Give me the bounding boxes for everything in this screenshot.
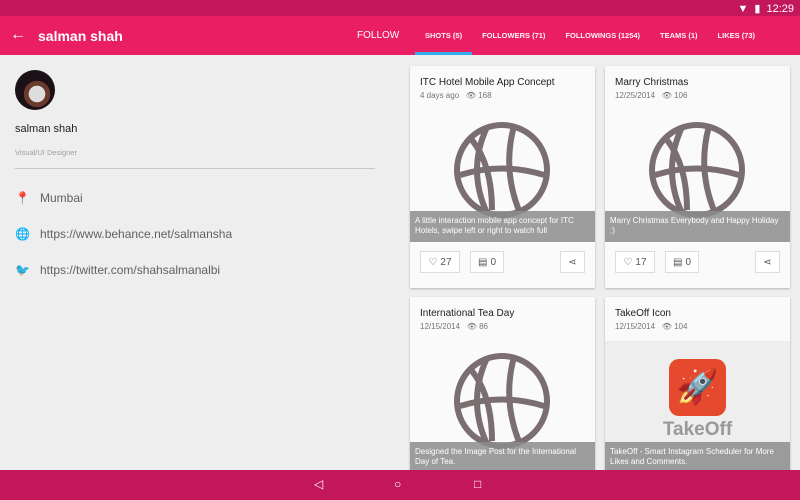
share-icon: ⋖ (763, 256, 772, 268)
heart-icon: ♡ (623, 256, 633, 268)
shot-meta: 12/25/2014 👁 106 (615, 91, 687, 100)
eye-icon: 👁 (466, 322, 477, 331)
tab-followers[interactable]: FOLLOWERS (71) (472, 16, 555, 55)
shot-meta: 4 days ago 👁 168 (420, 91, 492, 100)
heart-icon: ♡ (428, 256, 438, 268)
tab-bar: SHOTS (5) FOLLOWERS (71) FOLLOWINGS (125… (415, 16, 765, 55)
shot-title: Marry Christmas (615, 77, 689, 88)
shot-image[interactable]: Designed the Image Post for the Internat… (410, 341, 595, 473)
location-pin-icon: 📍 (15, 191, 30, 205)
comment-icon: ▤ (477, 256, 488, 268)
toolbar: ← salman shah FOLLOW SHOTS (5) FOLLOWERS… (0, 16, 800, 55)
shot-title: ITC Hotel Mobile App Concept (420, 77, 555, 88)
comment-icon: ▤ (672, 256, 683, 268)
shot-meta: 12/15/2014 👁 104 (615, 322, 687, 331)
back-arrow-icon[interactable]: ← (10, 26, 26, 44)
tab-likes[interactable]: LIKES (73) (708, 16, 766, 55)
location-text: Mumbai (40, 191, 83, 205)
eye-icon: 👁 (661, 322, 672, 331)
shot-date: 4 days ago (420, 91, 460, 100)
divider (15, 168, 375, 169)
view-count: 104 (674, 322, 688, 331)
navigation-bar: ◁ ○ □ (0, 470, 800, 500)
like-button[interactable]: ♡ 17 (615, 251, 655, 273)
tab-shots[interactable]: SHOTS (5) (415, 16, 473, 55)
shot-caption: TakeOff - Smart Instagram Scheduler for … (605, 442, 790, 473)
eye-icon: 👁 (465, 91, 476, 100)
tab-teams[interactable]: TEAMS (1) (650, 16, 708, 55)
eye-icon: 👁 (661, 91, 672, 100)
comment-count: 0 (490, 256, 496, 268)
shot-title: TakeOff Icon (615, 308, 671, 319)
comment-button[interactable]: ▤ 0 (470, 251, 504, 273)
shot-caption: Designed the Image Post for the Internat… (410, 442, 595, 473)
like-count: 17 (635, 256, 647, 268)
image-logo-text: TakeOff (662, 419, 733, 440)
shot-title: International Tea Day (420, 308, 515, 319)
clock: 12:29 (766, 2, 794, 15)
twitter-row[interactable]: 🐦 https://twitter.com/shahsalmanalbi (15, 263, 220, 277)
profile-role: Visual/UI Designer (15, 148, 77, 157)
like-count: 27 (440, 256, 452, 268)
twitter-icon: 🐦 (15, 263, 30, 277)
shot-image[interactable]: Marry Christmas Everybody and Happy Holi… (605, 110, 790, 242)
shot-caption: A little interaction mobile app concept … (410, 211, 595, 242)
wifi-icon: ▼ (737, 2, 749, 15)
shot-meta: 12/15/2014 👁 86 (420, 322, 488, 331)
follow-button[interactable]: FOLLOW (357, 30, 399, 41)
basketball-placeholder-icon (649, 122, 745, 218)
like-button[interactable]: ♡ 27 (420, 251, 460, 273)
avatar (15, 70, 55, 110)
website-link[interactable]: https://www.behance.net/salmansha (40, 227, 232, 241)
comment-button[interactable]: ▤ 0 (665, 251, 699, 273)
page-title: salman shah (38, 28, 123, 44)
home-nav-icon[interactable]: ○ (394, 477, 401, 491)
shot-date: 12/15/2014 (420, 322, 461, 331)
comment-count: 0 (685, 256, 691, 268)
website-row[interactable]: 🌐 https://www.behance.net/salmansha (15, 227, 232, 241)
status-bar: ▼ ▮ 12:29 (0, 0, 800, 16)
shot-caption: Marry Christmas Everybody and Happy Holi… (605, 211, 790, 242)
share-button[interactable]: ⋖ (755, 251, 780, 273)
share-icon: ⋖ (568, 256, 577, 268)
location-row: 📍 Mumbai (15, 191, 83, 205)
basketball-placeholder-icon (454, 353, 550, 449)
tab-followings[interactable]: FOLLOWINGS (1254) (555, 16, 650, 55)
shot-card[interactable]: ITC Hotel Mobile App Concept 4 days ago … (410, 66, 595, 288)
basketball-placeholder-icon (454, 122, 550, 218)
view-count: 168 (478, 91, 492, 100)
shot-image[interactable]: 🚀 TakeOff TakeOff - Smart Instagram Schedu… (605, 341, 790, 473)
rocket-icon: 🚀 (669, 359, 726, 416)
shot-date: 12/25/2014 (615, 91, 656, 100)
profile-name: salman shah (15, 123, 78, 135)
back-nav-icon[interactable]: ◁ (314, 477, 323, 491)
shot-date: 12/15/2014 (615, 322, 656, 331)
view-count: 106 (674, 91, 688, 100)
share-button[interactable]: ⋖ (560, 251, 585, 273)
shot-image[interactable]: A little interaction mobile app concept … (410, 110, 595, 242)
shot-card[interactable]: International Tea Day 12/15/2014 👁 86 De… (410, 297, 595, 487)
globe-icon: 🌐 (15, 227, 30, 241)
battery-icon: ▮ (754, 3, 761, 15)
shot-card[interactable]: TakeOff Icon 12/15/2014 👁 104 🚀 TakeOff Ta… (605, 297, 790, 487)
recents-nav-icon[interactable]: □ (474, 477, 481, 491)
shot-card[interactable]: Marry Christmas 12/25/2014 👁 106 Marry C… (605, 66, 790, 288)
twitter-link[interactable]: https://twitter.com/shahsalmanalbi (40, 263, 220, 277)
view-count: 86 (479, 322, 489, 331)
